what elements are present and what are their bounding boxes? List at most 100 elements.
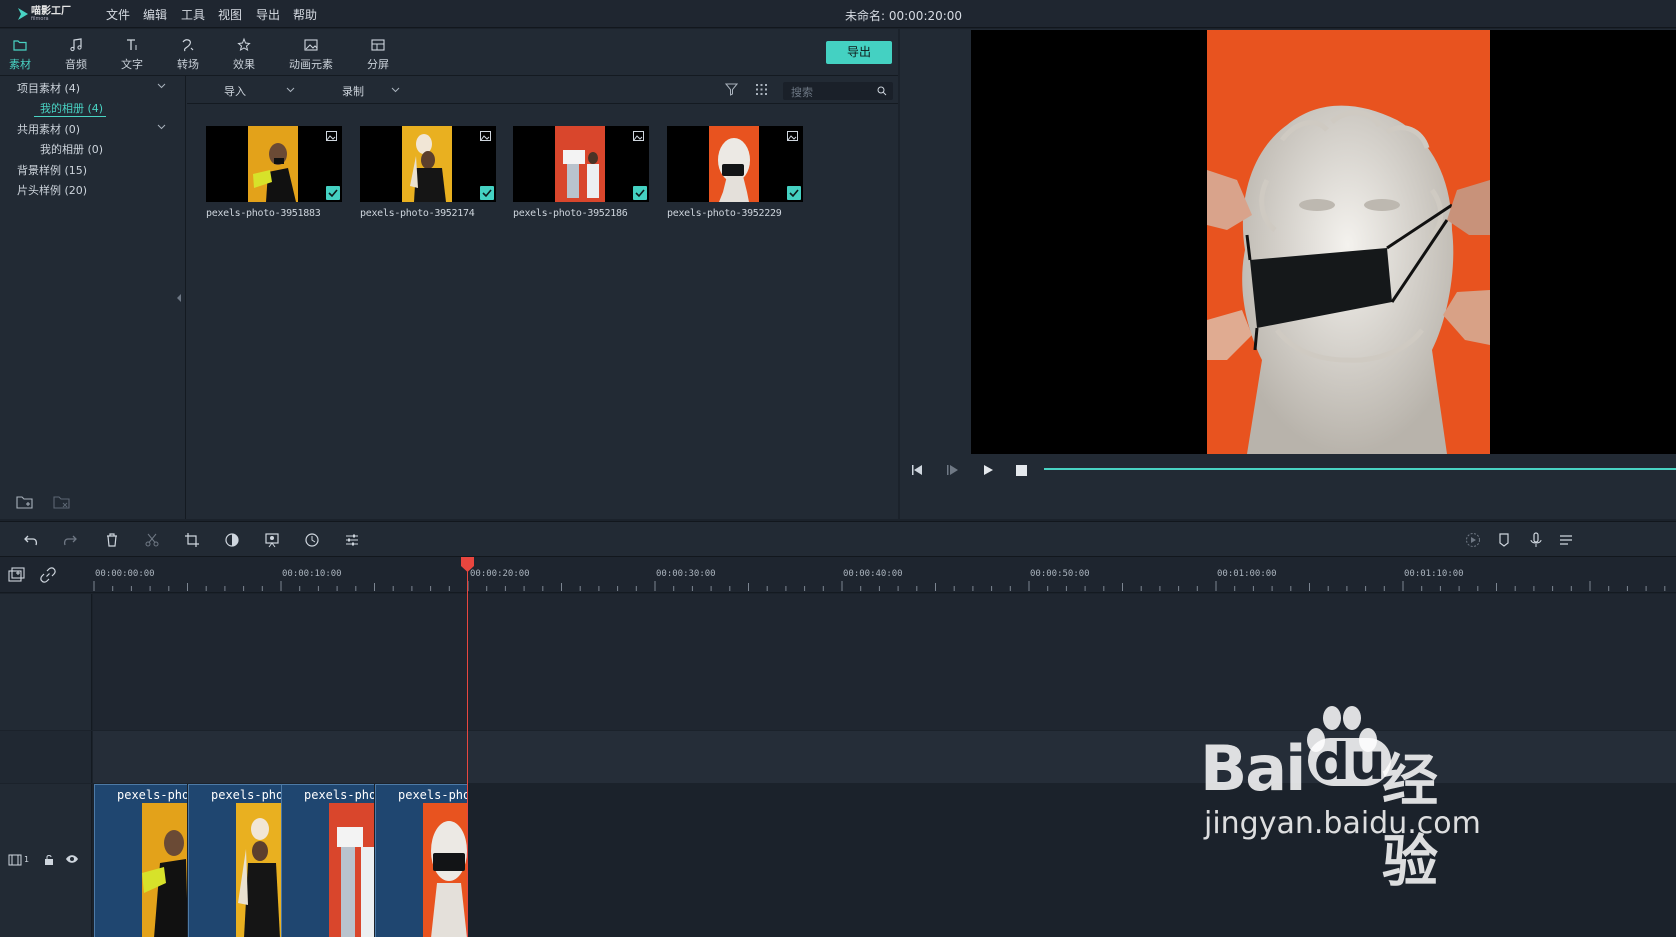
timeline-clip[interactable]: pexels-photo-3952229 [375, 784, 468, 937]
lock-icon[interactable] [44, 854, 54, 866]
delete-icon[interactable] [104, 532, 120, 548]
timeline-clip[interactable]: pexels-photo-3952174 [188, 784, 281, 937]
timeline-ruler[interactable]: 00:00:00:00 00:00:10:00 00:00:20:00 00:0… [0, 557, 1676, 593]
clip-thumbnail [142, 803, 187, 937]
export-button[interactable]: 导出 [826, 41, 892, 64]
timeline-clip[interactable]: pexels-photo-3951883 [94, 784, 187, 937]
thumbnail-photo [709, 126, 759, 202]
filter-icon[interactable] [725, 83, 738, 96]
media-thumbnail[interactable] [513, 126, 649, 202]
media-name: pexels-photo-3952186 [513, 208, 628, 219]
scissors-icon[interactable] [144, 532, 160, 548]
mixer-icon[interactable] [1558, 532, 1574, 548]
tab-split-screen[interactable]: 分屏 [358, 37, 398, 72]
media-thumbnail[interactable] [206, 126, 342, 202]
redo-icon[interactable] [62, 532, 78, 548]
tab-effects[interactable]: 效果 [224, 37, 264, 72]
eye-icon[interactable] [65, 854, 79, 864]
ruler-time-label: 00:00:30:00 [656, 569, 716, 579]
menu-help[interactable]: 帮助 [293, 6, 317, 23]
play-icon[interactable] [982, 464, 994, 476]
image-type-icon [787, 131, 798, 141]
tree-item-my-album[interactable]: 我的相册 (4) [40, 100, 103, 116]
ruler-time-label: 00:01:00:00 [1217, 569, 1277, 579]
checked-checkbox[interactable] [633, 186, 647, 200]
media-thumbnail[interactable] [667, 126, 803, 202]
watermark-brand-du: du [1308, 737, 1392, 787]
menu-edit[interactable]: 编辑 [143, 6, 167, 23]
tree-item-background-samples[interactable]: 背景样例 (15) [17, 162, 87, 178]
next-frame-icon[interactable] [946, 464, 960, 476]
tree-item-shared-media[interactable]: 共用素材 (0) [17, 121, 80, 137]
clip-name: pexels-photo-3952186 [304, 788, 374, 802]
grid-view-icon[interactable] [755, 83, 768, 96]
check-icon [328, 189, 338, 198]
playback-progress-bar[interactable] [1044, 468, 1676, 470]
preview-viewer[interactable] [971, 30, 1676, 454]
media-item[interactable]: pexels-photo-3952174 [360, 126, 500, 236]
media-item[interactable]: pexels-photo-3951883 [206, 126, 346, 236]
checked-checkbox[interactable] [480, 186, 494, 200]
preview-frame [1207, 30, 1490, 454]
check-icon [789, 189, 799, 198]
media-item[interactable]: pexels-photo-3952229 [667, 126, 807, 236]
collapse-arrow-icon[interactable] [177, 294, 182, 302]
timeline-clip[interactable]: pexels-photo-3952186 [281, 784, 374, 937]
menu-view[interactable]: 视图 [218, 6, 242, 23]
green-screen-icon[interactable] [264, 532, 280, 548]
record-dropdown[interactable]: 录制 [342, 83, 364, 99]
image-type-icon [633, 131, 644, 141]
image-icon [304, 39, 318, 51]
tab-label: 分屏 [367, 58, 389, 71]
project-title: 未命名: 00:00:20:00 [845, 9, 963, 23]
chevron-down-icon[interactable] [391, 87, 400, 93]
tab-transition[interactable]: 转场 [168, 37, 208, 72]
ruler-time-label: 00:01:10:00 [1404, 569, 1464, 579]
menu-file[interactable]: 文件 [106, 6, 130, 23]
checked-checkbox[interactable] [787, 186, 801, 200]
menu-bar: 喵影工厂 filmora 文件 编辑 工具 视图 导出 帮助 未命名: 00:0… [0, 0, 1676, 28]
tree-item-project-media[interactable]: 项目素材 (4) [17, 80, 80, 96]
render-preview-icon[interactable] [1465, 532, 1481, 548]
chevron-down-icon[interactable] [157, 83, 166, 89]
new-folder-icon[interactable] [15, 494, 35, 510]
search-icon[interactable] [877, 86, 887, 96]
track-header [0, 731, 92, 783]
speed-clock-icon[interactable] [304, 532, 320, 548]
clip-thumbnail [423, 803, 468, 937]
media-item[interactable]: pexels-photo-3952186 [513, 126, 653, 236]
chevron-down-icon[interactable] [286, 87, 295, 93]
checked-checkbox[interactable] [326, 186, 340, 200]
crop-icon[interactable] [184, 532, 200, 548]
tree-item-intro-samples[interactable]: 片头样例 (20) [17, 182, 87, 198]
baidu-jingyan-watermark: Bai du 经验 jingyan.baidu.com [1200, 704, 1490, 895]
playhead-line[interactable] [467, 566, 468, 937]
stop-icon[interactable] [1016, 465, 1027, 476]
logo-subtext: filmora [31, 15, 49, 22]
media-thumbnail[interactable] [360, 126, 496, 202]
color-correction-icon[interactable] [224, 532, 240, 548]
microphone-icon[interactable] [1528, 532, 1544, 548]
menu-export[interactable]: 导出 [256, 6, 280, 23]
ruler-time-label: 00:00:10:00 [282, 569, 342, 579]
undo-icon[interactable] [23, 532, 39, 548]
tab-text[interactable]: 文字 [112, 37, 152, 72]
thumbnail-photo [402, 126, 452, 202]
search-input[interactable]: 搜索 [783, 82, 893, 100]
tab-audio[interactable]: 音频 [56, 37, 96, 72]
tab-label: 文字 [121, 58, 143, 71]
media-panel: 素材 音频 文字 转场 效果 动画元素 分屏 导出 项目素材 (4) 我的相册 … [0, 29, 898, 519]
previous-frame-icon[interactable] [911, 464, 925, 476]
tab-animated-elements[interactable]: 动画元素 [282, 37, 340, 72]
chevron-down-icon[interactable] [157, 124, 166, 130]
film-strip-icon [8, 854, 22, 866]
delete-folder-icon[interactable] [52, 494, 72, 510]
tree-item-shared-album[interactable]: 我的相册 (0) [40, 141, 103, 157]
marker-icon[interactable] [1496, 532, 1512, 548]
playhead-handle-icon[interactable] [461, 557, 474, 572]
tab-media[interactable]: 素材 [0, 37, 40, 72]
menu-tools[interactable]: 工具 [181, 6, 205, 23]
import-dropdown[interactable]: 导入 [224, 83, 246, 99]
watermark-brand: Bai [1200, 732, 1306, 805]
adjust-sliders-icon[interactable] [344, 532, 360, 548]
